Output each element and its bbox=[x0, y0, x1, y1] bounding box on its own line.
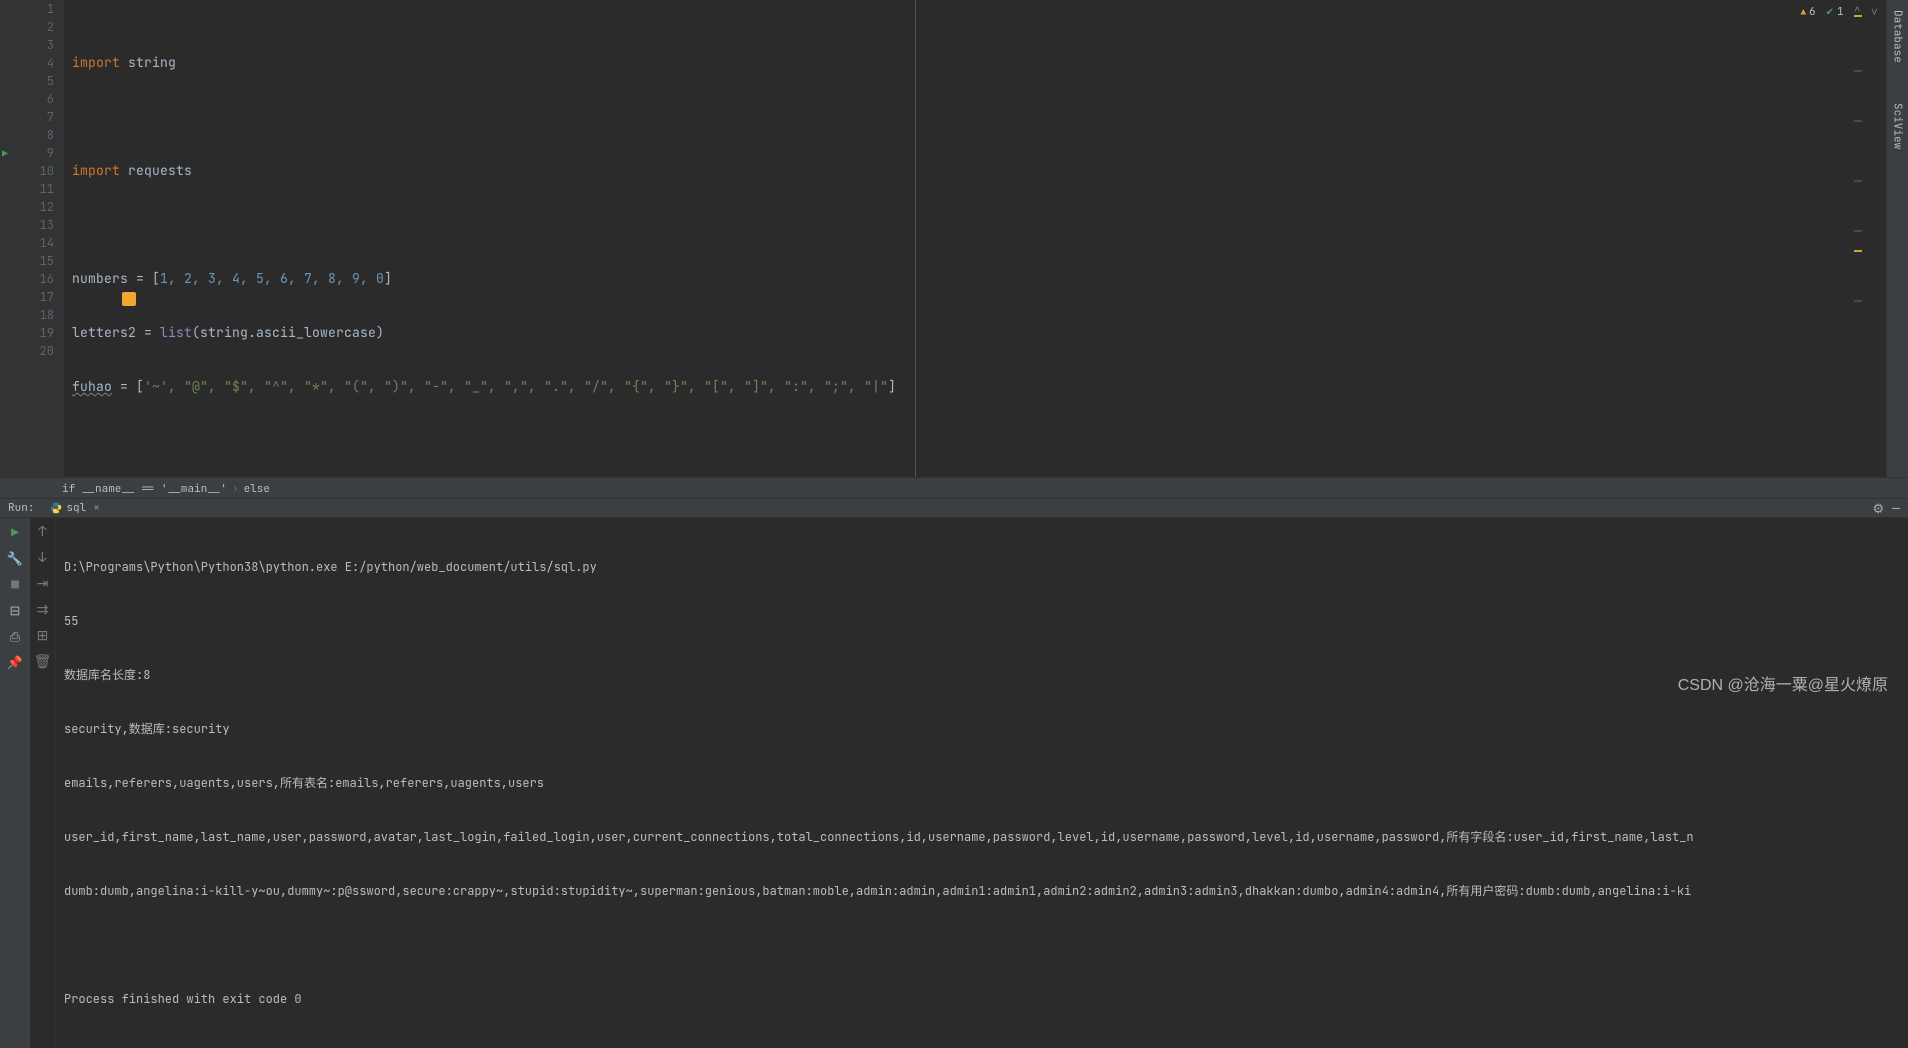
run-header: Run: sql × ⚙ — bbox=[0, 499, 1908, 518]
line-number: 4 bbox=[14, 54, 54, 72]
python-icon bbox=[50, 502, 62, 514]
run-tab-label: sql bbox=[66, 501, 86, 515]
number-list: 1, 2, 3, 4, 5, 6, 7, 8, 9, 0 bbox=[160, 270, 384, 287]
margin-line bbox=[915, 0, 916, 477]
nav-up-icon[interactable]: ^ bbox=[1854, 4, 1861, 20]
breadcrumb[interactable]: if __name__ == '__main__' › else bbox=[0, 477, 1908, 499]
trash-icon[interactable]: 🗑 bbox=[35, 654, 51, 670]
line-number: 3 bbox=[14, 36, 54, 54]
run-line-icon[interactable]: ▶ bbox=[2, 147, 8, 160]
print-icon[interactable]: ⎙ bbox=[7, 628, 23, 644]
code-editor[interactable]: import string import requests numbers = … bbox=[64, 0, 1886, 477]
soft-wrap-icon[interactable]: ⇉ bbox=[35, 602, 51, 618]
console-tools: ↑ ↓ ⇥ ⇉ ⊞ 🗑 bbox=[30, 518, 56, 1048]
sciview-tab[interactable]: SciView bbox=[1891, 103, 1905, 149]
console-line bbox=[64, 936, 1900, 954]
console-line: emails,referers,uagents,users,所有表名:email… bbox=[64, 774, 1900, 792]
console-line: 数据库名长度:8 bbox=[64, 666, 1900, 684]
builtin: list bbox=[160, 324, 192, 341]
rerun-icon[interactable]: ▶ bbox=[7, 524, 23, 540]
console-line: dumb:dumb,angelina:i-kill-y~ou,dummy~:p@… bbox=[64, 882, 1900, 900]
layout-icon[interactable]: ⊟ bbox=[7, 602, 23, 618]
line-number: 16 bbox=[14, 270, 54, 288]
minimize-icon[interactable]: — bbox=[1892, 500, 1900, 517]
var-name: fuhao bbox=[72, 378, 112, 395]
crumb-sep-icon: › bbox=[232, 482, 239, 496]
crumb-else[interactable]: else bbox=[244, 482, 270, 496]
line-number: 10 bbox=[14, 162, 54, 180]
line-number: 1 bbox=[14, 0, 54, 18]
line-number: 18 bbox=[14, 306, 54, 324]
line-number: 13 bbox=[14, 216, 54, 234]
line-number: 19 bbox=[14, 324, 54, 342]
line-number: 15 bbox=[14, 252, 54, 270]
error-stripe[interactable] bbox=[1852, 0, 1862, 477]
crumb-main[interactable]: if __name__ == '__main__' bbox=[62, 482, 227, 496]
line-number: 6 bbox=[14, 90, 54, 108]
kw-import: import bbox=[72, 54, 120, 71]
line-number: 7 bbox=[14, 108, 54, 126]
line-number: 8 bbox=[14, 126, 54, 144]
console-line: security,数据库:security bbox=[64, 720, 1900, 738]
console-output[interactable]: D:\Programs\Python\Python38\python.exe E… bbox=[56, 518, 1908, 1048]
stop-icon[interactable]: ■ bbox=[7, 576, 23, 592]
run-gutter: ▶ bbox=[0, 0, 14, 477]
console-line: 55 bbox=[64, 612, 1900, 630]
blank-line bbox=[64, 216, 1886, 234]
gear-icon[interactable]: ⚙ bbox=[1873, 500, 1885, 517]
line-number: 12 bbox=[14, 198, 54, 216]
line-number: 9 bbox=[14, 144, 54, 162]
line-number: 17 bbox=[14, 288, 54, 306]
run-tab[interactable]: sql × bbox=[44, 499, 105, 517]
line-number: 20 bbox=[14, 342, 54, 360]
wrap-icon[interactable]: ⇥ bbox=[35, 576, 51, 592]
line-number: 2 bbox=[14, 18, 54, 36]
line-number: 14 bbox=[14, 234, 54, 252]
lightbulb-icon[interactable] bbox=[122, 292, 136, 306]
scroll-down-icon[interactable]: ↓ bbox=[35, 550, 51, 566]
watermark: CSDN @沧海一粟@星火燎原 bbox=[1678, 671, 1888, 695]
string-list: '~', "@", "$", "^", "*", "(", ")", "-", … bbox=[144, 378, 888, 395]
nav-down-icon[interactable]: ˅ bbox=[1871, 4, 1878, 20]
console-line: D:\Programs\Python\Python38\python.exe E… bbox=[64, 558, 1900, 576]
filter-icon[interactable]: ⊞ bbox=[35, 628, 51, 644]
console-line: Process finished with exit code 0 bbox=[64, 990, 1900, 1008]
right-toolbar: Database SciView bbox=[1886, 0, 1908, 477]
line-number: 5 bbox=[14, 72, 54, 90]
assignment: numbers = [ bbox=[72, 270, 160, 287]
assignment: letters2 = bbox=[72, 324, 160, 341]
ok-count[interactable]: 1 bbox=[1826, 5, 1844, 19]
warning-count[interactable]: 6 bbox=[1801, 5, 1816, 19]
blank-line bbox=[64, 108, 1886, 126]
database-tab[interactable]: Database bbox=[1891, 10, 1905, 63]
module: string bbox=[128, 54, 176, 71]
editor-area: ▶ 1 2 3 4 5 6 7 8 9 10 11 12 13 14 15 16… bbox=[0, 0, 1908, 477]
kw-import: import bbox=[72, 162, 120, 179]
inspection-indicators[interactable]: 6 1 ^ ˅ bbox=[1801, 4, 1878, 20]
close-icon[interactable]: × bbox=[93, 501, 100, 515]
blank-line bbox=[64, 432, 1886, 450]
pin-icon[interactable]: 📌 bbox=[7, 654, 23, 670]
run-label: Run: bbox=[8, 501, 34, 515]
wrench-icon[interactable]: 🔧 bbox=[7, 550, 23, 566]
line-number: 11 bbox=[14, 180, 54, 198]
scroll-up-icon[interactable]: ↑ bbox=[35, 524, 51, 540]
line-gutter: 1 2 3 4 5 6 7 8 9 10 11 12 13 14 15 16 1… bbox=[14, 0, 64, 477]
module: requests bbox=[128, 162, 192, 179]
run-tools: ▶ 🔧 ■ ⊟ ⎙ 📌 bbox=[0, 518, 30, 1048]
console-line: user_id,first_name,last_name,user,passwo… bbox=[64, 828, 1900, 846]
run-panel: Run: sql × ⚙ — ▶ 🔧 ■ ⊟ ⎙ 📌 ↑ bbox=[0, 499, 1908, 699]
